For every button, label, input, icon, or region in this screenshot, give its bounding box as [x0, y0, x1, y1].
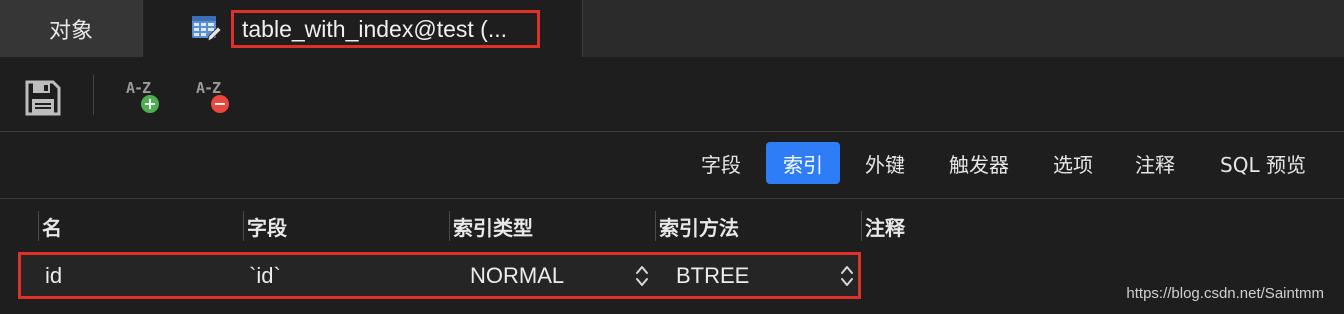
column-header-comment[interactable]: 注释 — [861, 211, 1061, 241]
index-method-stepper-icon[interactable] — [840, 264, 854, 288]
save-button[interactable] — [24, 79, 62, 117]
cell-index-method[interactable]: BTREE — [676, 255, 826, 296]
column-header-index-method[interactable]: 索引方法 — [655, 211, 860, 241]
index-grid-header: 名 字段 索引类型 索引方法 注释 — [0, 200, 1344, 252]
tab-table-title: table_with_index@test (... — [231, 10, 540, 48]
subtab-indexes[interactable]: 索引 — [766, 142, 840, 184]
add-index-button[interactable]: A-Z + — [122, 77, 168, 119]
cell-index-name[interactable]: id — [45, 255, 225, 296]
design-subtabs: 字段 索引 外键 触发器 选项 注释 SQL 预览 — [0, 132, 1344, 199]
column-header-name[interactable]: 名 — [38, 211, 242, 241]
minus-icon: − — [211, 95, 229, 113]
plus-icon: + — [141, 95, 159, 113]
index-type-stepper-icon[interactable] — [635, 264, 649, 288]
tab-table-design[interactable]: table_with_index@test (... — [143, 0, 583, 57]
watermark: https://blog.csdn.net/Saintmm — [1126, 285, 1324, 302]
subtab-comments[interactable]: 注释 — [1124, 142, 1186, 184]
tab-objects-label: 对象 — [48, 18, 93, 44]
toolbar: A-Z + A-Z − — [0, 57, 1344, 132]
subtab-foreign-keys[interactable]: 外键 — [854, 142, 916, 184]
remove-index-button[interactable]: A-Z − — [192, 77, 238, 119]
cell-index-type[interactable]: NORMAL — [470, 255, 620, 296]
subtab-sql-preview[interactable]: SQL 预览 — [1206, 142, 1320, 184]
subtab-fields[interactable]: 字段 — [690, 142, 752, 184]
subtab-options[interactable]: 选项 — [1042, 142, 1104, 184]
subtab-triggers[interactable]: 触发器 — [936, 142, 1022, 184]
column-header-fields[interactable]: 字段 — [243, 211, 448, 241]
tab-bar: 对象 table_with_index@test (... — [0, 0, 1344, 57]
table-edit-icon — [192, 16, 221, 42]
column-header-index-type[interactable]: 索引类型 — [449, 211, 654, 241]
table-row[interactable]: id `id` NORMAL BTREE — [18, 252, 861, 299]
cell-index-fields[interactable]: `id` — [249, 255, 429, 296]
tab-objects[interactable]: 对象 — [0, 0, 143, 57]
toolbar-divider — [93, 75, 94, 115]
